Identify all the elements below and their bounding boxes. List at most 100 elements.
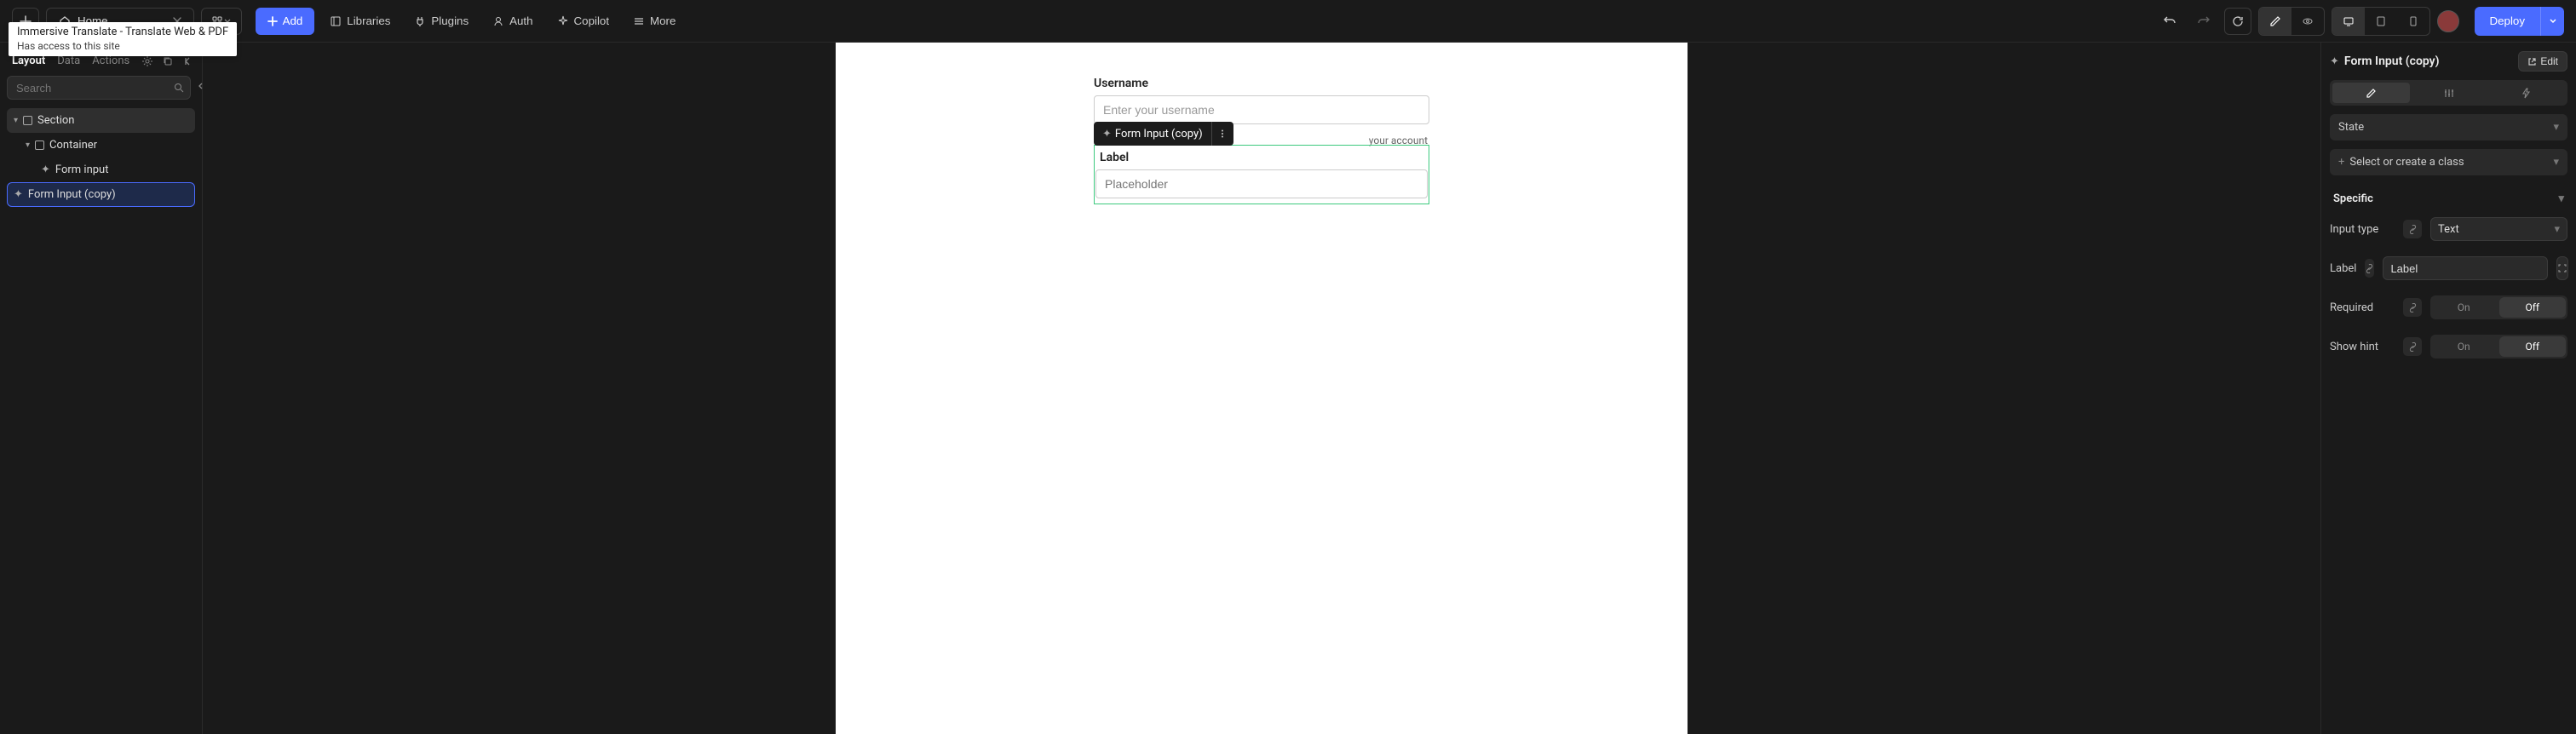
preview-mode-button[interactable]: [2291, 8, 2324, 35]
right-panel: ✦ Form Input (copy) Edit State ▾: [2320, 43, 2576, 734]
pencil-icon: [2269, 15, 2281, 27]
tree-label: Section: [37, 114, 74, 127]
deploy-button[interactable]: Deploy: [2475, 7, 2541, 36]
gear-icon[interactable]: [141, 55, 153, 67]
nav-libraries[interactable]: Libraries: [321, 8, 399, 35]
edit-button[interactable]: Edit: [2518, 51, 2567, 72]
tree-container[interactable]: ▾ Container: [7, 133, 195, 158]
eye-icon: [2302, 15, 2314, 27]
state-row[interactable]: State ▾: [2330, 114, 2567, 140]
class-select-row[interactable]: + Select or create a class ▾: [2330, 149, 2567, 175]
panel-tab-settings[interactable]: [2410, 83, 2487, 103]
copy-icon[interactable]: [162, 55, 174, 67]
selection-tag: ✦ Form Input (copy): [1094, 122, 1233, 146]
panel-tab-actions[interactable]: [2487, 83, 2565, 103]
prop-label: Label: [2330, 256, 2567, 280]
pencil-icon: [2366, 88, 2377, 99]
toggle-on[interactable]: On: [2430, 335, 2498, 358]
edit-mode-button[interactable]: [2259, 8, 2291, 35]
redo-icon: [2197, 14, 2211, 28]
show-hint-toggle[interactable]: On Off: [2430, 335, 2567, 358]
panel-title: Form Input (copy): [2344, 54, 2513, 68]
add-label: Add: [283, 14, 303, 27]
undo-button[interactable]: [2156, 8, 2183, 35]
desktop-button[interactable]: [2332, 8, 2365, 35]
left-panel: Layout Data Actions ▾: [0, 43, 203, 734]
mobile-icon: [2407, 15, 2419, 27]
sliders-icon: [2443, 88, 2454, 99]
required-toggle[interactable]: On Off: [2430, 295, 2567, 319]
component-icon: ✦: [41, 163, 50, 176]
tab-layout[interactable]: Layout: [12, 54, 45, 67]
tree-section[interactable]: ▾ Section: [7, 108, 195, 133]
expand-button[interactable]: [2556, 256, 2568, 280]
tree-form-input-copy[interactable]: ✦ Form Input (copy): [7, 182, 195, 207]
collapse-icon[interactable]: [182, 55, 194, 67]
container-icon: [35, 140, 44, 150]
search-input[interactable]: [7, 76, 191, 100]
user-icon: [492, 15, 504, 27]
tablet-button[interactable]: [2365, 8, 2397, 35]
prop-label: Input type: [2330, 223, 2395, 236]
component-icon: ✦: [1102, 128, 1112, 140]
desktop-icon: [2343, 15, 2355, 27]
prop-input-type: Input type Text ▾: [2330, 217, 2567, 241]
component-icon: ✦: [14, 188, 23, 201]
tree-label: Container: [49, 139, 97, 152]
nav-plugins[interactable]: Plugins: [405, 8, 477, 35]
selection-menu-button[interactable]: [1211, 122, 1233, 146]
edit-mode-group: [2258, 7, 2325, 36]
expand-icon: [2557, 263, 2567, 273]
toggle-on[interactable]: On: [2430, 295, 2498, 319]
specific-header[interactable]: Specific ▾: [2330, 184, 2567, 209]
toggle-off[interactable]: Off: [2499, 297, 2567, 318]
caret-down-icon: ▾: [26, 140, 30, 150]
input-type-select[interactable]: Text ▾: [2430, 217, 2567, 241]
link-icon[interactable]: [2403, 337, 2422, 356]
tree-form-input[interactable]: ✦ Form input: [7, 158, 195, 182]
prop-label: Required: [2330, 301, 2395, 314]
dots-icon: [1217, 129, 1228, 139]
link-icon[interactable]: [2365, 259, 2374, 278]
device-group: [2332, 7, 2430, 36]
sparkle-icon: [557, 15, 569, 27]
section-icon: [23, 116, 32, 125]
toggle-off[interactable]: Off: [2499, 336, 2567, 357]
tab-data[interactable]: Data: [57, 54, 80, 67]
tree-label: Form Input (copy): [28, 188, 116, 201]
panel-tab-style[interactable]: [2332, 83, 2410, 103]
redo-button[interactable]: [2190, 8, 2217, 35]
username-input[interactable]: [1094, 95, 1429, 124]
chevron-down-icon: ▾: [2553, 121, 2559, 134]
link-icon[interactable]: [2403, 220, 2422, 238]
deploy-dropdown[interactable]: [2540, 7, 2564, 36]
tooltip-title: Immersive Translate - Translate Web & PD…: [17, 26, 228, 40]
chevron-down-icon: ▾: [2558, 192, 2564, 205]
nav-auth[interactable]: Auth: [484, 8, 541, 35]
panel-mode-tabs: [2330, 80, 2567, 106]
nav-copilot[interactable]: Copilot: [549, 8, 618, 35]
extension-tooltip: Immersive Translate - Translate Web & PD…: [9, 22, 237, 56]
top-bar: Home Add Libraries Plugins Auth Copilot …: [0, 0, 2576, 43]
plus-icon: [267, 16, 278, 26]
canvas-area: Username your account ✦ Form Input (copy…: [203, 43, 2320, 734]
deploy-group: Deploy: [2475, 7, 2565, 36]
mobile-button[interactable]: [2397, 8, 2429, 35]
copy-input[interactable]: [1095, 169, 1428, 198]
prop-label: Show hint: [2330, 341, 2395, 353]
add-button[interactable]: Add: [256, 8, 315, 35]
avatar[interactable]: [2437, 10, 2459, 32]
external-icon: [2527, 57, 2537, 66]
label-input[interactable]: [2383, 256, 2548, 280]
canvas[interactable]: Username your account ✦ Form Input (copy…: [836, 43, 1688, 734]
prop-show-hint: Show hint On Off: [2330, 335, 2567, 358]
selection-tag-label: Form Input (copy): [1115, 128, 1203, 140]
tab-actions[interactable]: Actions: [92, 54, 129, 67]
undo-icon: [2163, 14, 2176, 28]
nav-more[interactable]: More: [624, 8, 684, 35]
refresh-button[interactable]: [2224, 8, 2251, 35]
selected-form-input-copy[interactable]: ✦ Form Input (copy) Label: [1094, 145, 1429, 204]
tooltip-subtitle: Has access to this site: [17, 40, 228, 54]
link-icon[interactable]: [2403, 298, 2422, 317]
caret-down-icon: ▾: [14, 116, 18, 125]
